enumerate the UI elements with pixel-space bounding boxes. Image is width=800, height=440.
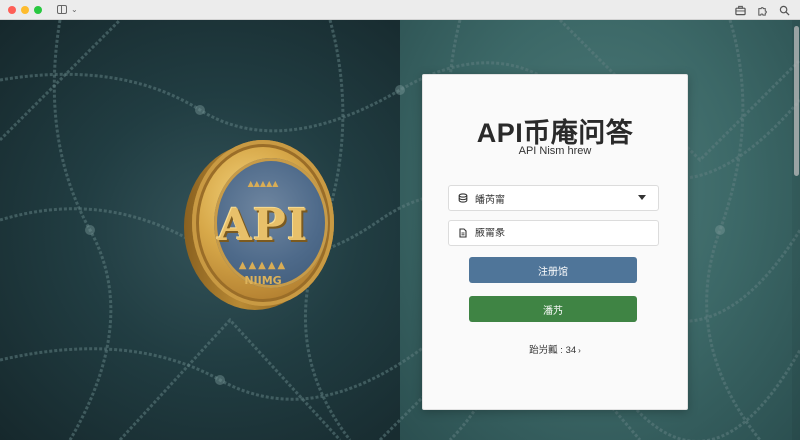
maximize-window-button[interactable] bbox=[34, 5, 42, 14]
chevron-right-icon: › bbox=[578, 346, 581, 355]
text-input[interactable] bbox=[475, 227, 645, 239]
text-input-field[interactable] bbox=[448, 220, 659, 246]
browser-titlebar: ⌄ bbox=[0, 0, 800, 20]
register-button[interactable]: 注册馆 bbox=[469, 257, 637, 283]
browser-toolbar-right bbox=[735, 0, 790, 20]
close-window-button[interactable] bbox=[8, 5, 16, 14]
chevron-down-icon[interactable]: ⌄ bbox=[71, 5, 78, 14]
document-icon bbox=[457, 227, 469, 239]
category-select-value: 皤芮甯 bbox=[475, 194, 505, 206]
caret-down-icon[interactable] bbox=[638, 195, 646, 200]
database-icon bbox=[457, 192, 469, 204]
login-layer: API币庵问答 API Nism hrew 皤芮甯 注册馆 潘艿 跆屶瓤 : 3… bbox=[0, 20, 800, 440]
sidebar-icon[interactable] bbox=[57, 5, 67, 14]
scrollbar-thumb[interactable] bbox=[794, 26, 799, 176]
login-button[interactable]: 潘艿 bbox=[469, 296, 637, 322]
search-icon[interactable] bbox=[779, 5, 790, 16]
footer-link-text: 跆屶瓤 : 34 bbox=[529, 345, 577, 356]
page-scrollbar[interactable] bbox=[792, 20, 800, 440]
login-card: API币庵问答 API Nism hrew 皤芮甯 注册馆 潘艿 跆屶瓤 : 3… bbox=[422, 74, 688, 410]
footer-link[interactable]: 跆屶瓤 : 34 › bbox=[423, 342, 687, 356]
briefcase-icon[interactable] bbox=[735, 5, 746, 16]
extension-icon[interactable] bbox=[757, 5, 768, 16]
category-select[interactable]: 皤芮甯 bbox=[448, 185, 659, 211]
minimize-window-button[interactable] bbox=[21, 5, 29, 14]
page-subtitle: API Nism hrew bbox=[518, 145, 592, 157]
